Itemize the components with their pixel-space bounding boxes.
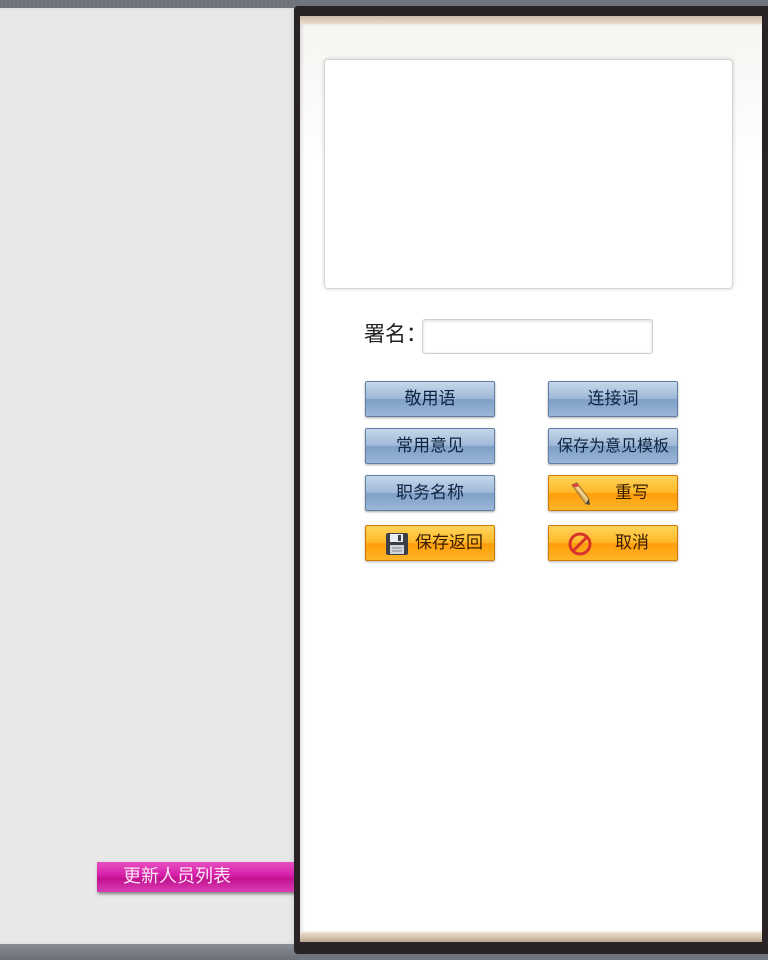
- update-personnel-list-button[interactable]: 更新人员列表: [97, 862, 297, 892]
- rewrite-button-label: 重写: [615, 483, 649, 503]
- save-as-template-button-label: 保存为意见模板: [556, 436, 669, 455]
- save-return-button[interactable]: 保存返回: [365, 525, 495, 561]
- cancel-button[interactable]: 取消: [548, 525, 678, 561]
- paper-bottom-edge: [300, 932, 762, 942]
- paper-top-edge: [300, 16, 762, 24]
- pencil-icon: [571, 482, 590, 505]
- connector-button-label: 连接词: [587, 389, 639, 409]
- save-return-button-label: 保存返回: [415, 533, 483, 553]
- floppy-disk-icon: [386, 533, 408, 555]
- job-title-button-label: 职务名称: [396, 483, 464, 503]
- app-window: 更新人员列表 署名： 敬用语 连接词 常用意见 保存为意见模板 职务名称 重写: [0, 0, 768, 960]
- opinion-textarea[interactable]: [324, 59, 733, 289]
- left-panel: [0, 8, 295, 944]
- common-opinion-button-label: 常用意见: [396, 436, 464, 456]
- greeting-button[interactable]: 敬用语: [365, 381, 495, 417]
- left-footer-strip: [0, 944, 296, 960]
- rewrite-button[interactable]: 重写: [548, 475, 678, 511]
- common-opinion-button[interactable]: 常用意见: [365, 428, 495, 464]
- cancel-button-label: 取消: [615, 533, 649, 553]
- signature-label: 署名：: [364, 322, 427, 346]
- no-entry-icon: [568, 532, 592, 556]
- job-title-button[interactable]: 职务名称: [365, 475, 495, 511]
- greeting-button-label: 敬用语: [404, 389, 456, 409]
- signature-input[interactable]: [422, 319, 653, 354]
- connector-button[interactable]: 连接词: [548, 381, 678, 417]
- save-as-template-button[interactable]: 保存为意见模板: [548, 428, 678, 464]
